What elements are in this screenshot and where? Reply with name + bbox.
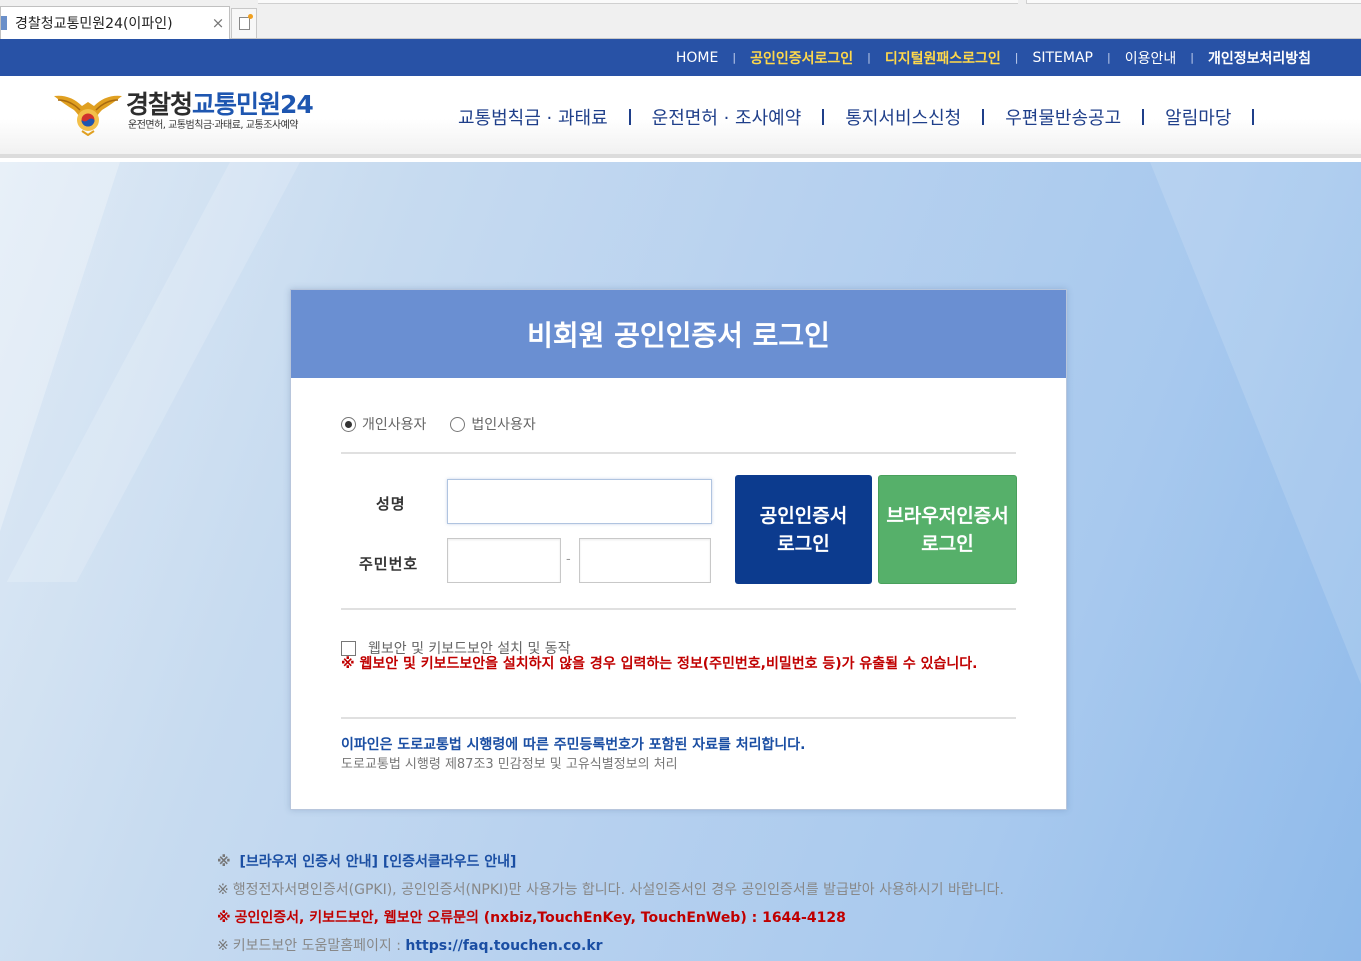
cert-login-button-line1: 공인인증서: [759, 504, 848, 527]
note-supported-certs-text: 행정전자서명인증서(GPKI), 공인인증서(NPKI)만 사용가능 합니다. …: [232, 882, 1004, 898]
browser-cert-guide-link[interactable]: [브라우저 인증서 안내]: [240, 854, 378, 870]
note-mark: ※: [217, 854, 231, 870]
cert-cloud-guide-link[interactable]: [인증서클라우드 안내]: [383, 854, 517, 870]
logo-title-service: 교통민원24: [192, 90, 314, 119]
top-link-0[interactable]: HOME: [676, 50, 718, 66]
search-bar-edge: [1026, 0, 1361, 4]
main-nav-divider: [628, 109, 631, 125]
divider: [341, 608, 1016, 610]
favicon-icon: [1, 16, 7, 30]
cert-login-button-line2: 로그인: [777, 532, 830, 555]
radio-corporate-user[interactable]: 법인사용자: [450, 414, 536, 434]
login-card-header: 비회원 공인인증서 로그인: [291, 290, 1066, 378]
logo-title: 경찰청교통민원24: [126, 90, 314, 120]
note-support-contact-text: 공인인증서, 키보드보안, 웹보안 오류문의 (nxbiz,TouchEnKey…: [234, 910, 846, 926]
new-tab-icon: [238, 14, 253, 30]
police-emblem-icon: [54, 95, 122, 136]
cert-login-button[interactable]: 공인인증서 로그인: [735, 475, 872, 584]
main-nav-divider: [982, 109, 985, 125]
main-nav-divider: [1252, 109, 1255, 125]
top-link-separator: |: [1190, 51, 1194, 64]
security-checkbox[interactable]: [341, 640, 356, 656]
divider: [341, 452, 1016, 454]
browser-cert-login-button[interactable]: 브라우저인증서 로그인: [878, 475, 1017, 584]
divider: [341, 717, 1016, 719]
note-mark: ※: [217, 910, 231, 926]
top-utility-bar: HOME | 공인인증서로그인 | 디지털원패스로그인 | SITEMAP | 이용안내 | 개인정…: [0, 39, 1361, 76]
top-link-separator: |: [1106, 51, 1111, 64]
main-nav-divider: [1142, 109, 1145, 125]
note-mark: ※: [217, 938, 229, 954]
top-link-separator: |: [867, 51, 871, 64]
security-warning: ※ 웹보안 및 키보드보안을 설치하지 않을 경우 입력하는 정보(주민번호,비…: [341, 656, 978, 672]
radio-corporate-indicator[interactable]: [450, 416, 466, 432]
top-link-1[interactable]: 공인인증서로그인: [750, 48, 853, 68]
tab-title: 경찰청교통민원24(이파인): [15, 16, 173, 32]
main-nav-item-1[interactable]: 운전면허 · 조사예약: [652, 104, 802, 130]
top-link-3[interactable]: SITEMAP: [1032, 50, 1093, 66]
legal-basis-notice: 도로교통법 시행령 제87조3 민감정보 및 고유식별정보의 처리: [341, 757, 678, 772]
keyboard-help-link[interactable]: https://faq.touchen.co.kr: [405, 938, 602, 954]
top-link-4[interactable]: 이용안내: [1125, 48, 1177, 68]
main-nav-item-2[interactable]: 통지서비스신청: [845, 104, 961, 130]
background-light-ray: [1150, 162, 1361, 862]
main-nav-item-3[interactable]: 우편물반송공고: [1005, 104, 1121, 130]
new-tab-button[interactable]: [231, 8, 257, 38]
browser-cert-button-line1: 브라우저인증서: [886, 504, 1009, 527]
address-bar-edge: [258, 0, 1018, 4]
main-nav-item-0[interactable]: 교통범칙금 · 과태료: [458, 104, 608, 130]
name-input[interactable]: [447, 479, 712, 524]
note-supported-certs: ※ 행정전자서명인증서(GPKI), 공인인증서(NPKI)만 사용가능 합니다.…: [217, 876, 1317, 904]
login-card: 비회원 공인인증서 로그인 개인사용자 법인사용자 성명 주민번호 - 공인인증…: [290, 289, 1067, 810]
note-keyboard-help-label: 키보드보안 도움말홈페이지 :: [232, 938, 406, 954]
browser-tab[interactable]: 경찰청교통민원24(이파인) ×: [0, 6, 230, 39]
site-header: 경찰청교통민원24 운전면허, 교통범칙금·과태료, 교통조사예약 교통범칙금 …: [0, 76, 1361, 158]
top-link-separator: |: [732, 51, 737, 64]
main-nav-divider: [822, 109, 825, 125]
radio-individual-user[interactable]: 개인사용자: [341, 414, 426, 434]
main-navigation: 교통범칙금 · 과태료 운전면허 · 조사예약 통지서비스신청 우편물반송공고 알림마당: [458, 103, 1275, 131]
tab-close-icon[interactable]: ×: [207, 14, 229, 32]
rrn-processing-notice: 이파인은 도로교통법 시행령에 따른 주민등록번호가 포함된 자료를 처리합니다…: [341, 737, 806, 753]
browser-tab-strip: 경찰청교통민원24(이파인) ×: [0, 0, 1361, 39]
site-logo[interactable]: 경찰청교통민원24 운전면허, 교통범칙금·과태료, 교통조사예약: [52, 90, 314, 140]
note-support-contact: ※ 공인인증서, 키보드보안, 웹보안 오류문의 (nxbiz,TouchEnKe…: [217, 904, 1317, 932]
note-mark: ※: [217, 882, 229, 898]
main-nav-item-4[interactable]: 알림마당: [1165, 104, 1231, 130]
login-title: 비회원 공인인증서 로그인: [527, 319, 830, 352]
top-link-separator: |: [1014, 51, 1019, 64]
rrn-front-input[interactable]: [447, 538, 561, 583]
logo-title-agency: 경찰청: [126, 90, 193, 119]
browser-cert-button-line2: 로그인: [921, 532, 974, 555]
top-utility-links: HOME | 공인인증서로그인 | 디지털원패스로그인 | SITEMAP | 이용안내 | 개인정…: [676, 39, 1311, 76]
user-type-radio-group: 개인사용자 법인사용자: [341, 414, 560, 434]
radio-individual-indicator[interactable]: [341, 416, 356, 432]
logo-subtitle: 운전면허, 교통범칙금·과태료, 교통조사예약: [128, 120, 298, 131]
rrn-dash: -: [566, 552, 571, 567]
note-guide-links: ※ [브라우저 인증서 안내] [인증서클라우드 안내]: [217, 848, 1317, 876]
note-keyboard-help: ※ 키보드보안 도움말홈페이지 : https://faq.touchen.co.…: [217, 932, 1317, 960]
name-label: 성명: [376, 495, 406, 513]
help-notes: ※ [브라우저 인증서 안내] [인증서클라우드 안내] ※ 행정전자서명인증서(…: [217, 848, 1317, 960]
top-link-5[interactable]: 개인정보처리방침: [1208, 48, 1311, 68]
rrn-label: 주민번호: [359, 555, 419, 573]
radio-individual-label: 개인사용자: [362, 417, 427, 433]
radio-corporate-label: 법인사용자: [471, 417, 536, 433]
rrn-back-input[interactable]: [579, 538, 711, 583]
top-link-2[interactable]: 디지털원패스로그인: [885, 48, 1001, 68]
